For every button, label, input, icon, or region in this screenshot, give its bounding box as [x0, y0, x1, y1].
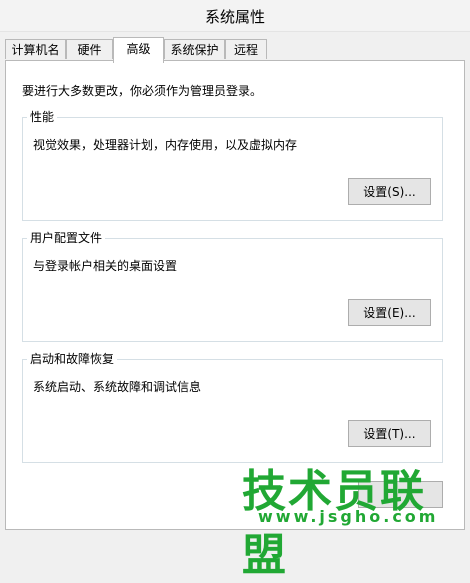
user-profiles-description: 与登录帐户相关的桌面设置 [33, 259, 178, 273]
performance-group: 性能 视觉效果，处理器计划，内存使用，以及虚拟内存 设置(S)... [22, 109, 443, 221]
performance-description: 视觉效果，处理器计划，内存使用，以及虚拟内存 [33, 138, 298, 152]
tab-hardware[interactable]: 硬件 [66, 39, 113, 59]
user-profiles-settings-button[interactable]: 设置(E)... [348, 299, 431, 326]
title-bar: 系统属性 [0, 0, 470, 32]
user-profiles-group-title: 用户配置文件 [27, 230, 106, 246]
user-profiles-group: 用户配置文件 与登录帐户相关的桌面设置 设置(E)... [22, 230, 443, 342]
tab-remote[interactable]: 远程 [225, 39, 267, 59]
startup-recovery-description: 系统启动、系统故障和调试信息 [33, 380, 202, 394]
startup-recovery-settings-button[interactable]: 设置(T)... [348, 420, 431, 447]
admin-notice: 要进行大多数更改，你必须作为管理员登录。 [22, 84, 263, 98]
tab-advanced[interactable]: 高级 [113, 37, 164, 63]
performance-group-title: 性能 [27, 109, 58, 125]
tab-computer-name[interactable]: 计算机名 [5, 39, 66, 59]
startup-recovery-group: 启动和故障恢复 系统启动、系统故障和调试信息 设置(T)... [22, 351, 443, 463]
tab-system-protection[interactable]: 系统保护 [164, 39, 225, 59]
environment-variables-button[interactable] [358, 481, 443, 508]
window-title: 系统属性 [204, 8, 265, 26]
performance-settings-button[interactable]: 设置(S)... [348, 178, 431, 205]
startup-recovery-group-title: 启动和故障恢复 [27, 351, 118, 367]
